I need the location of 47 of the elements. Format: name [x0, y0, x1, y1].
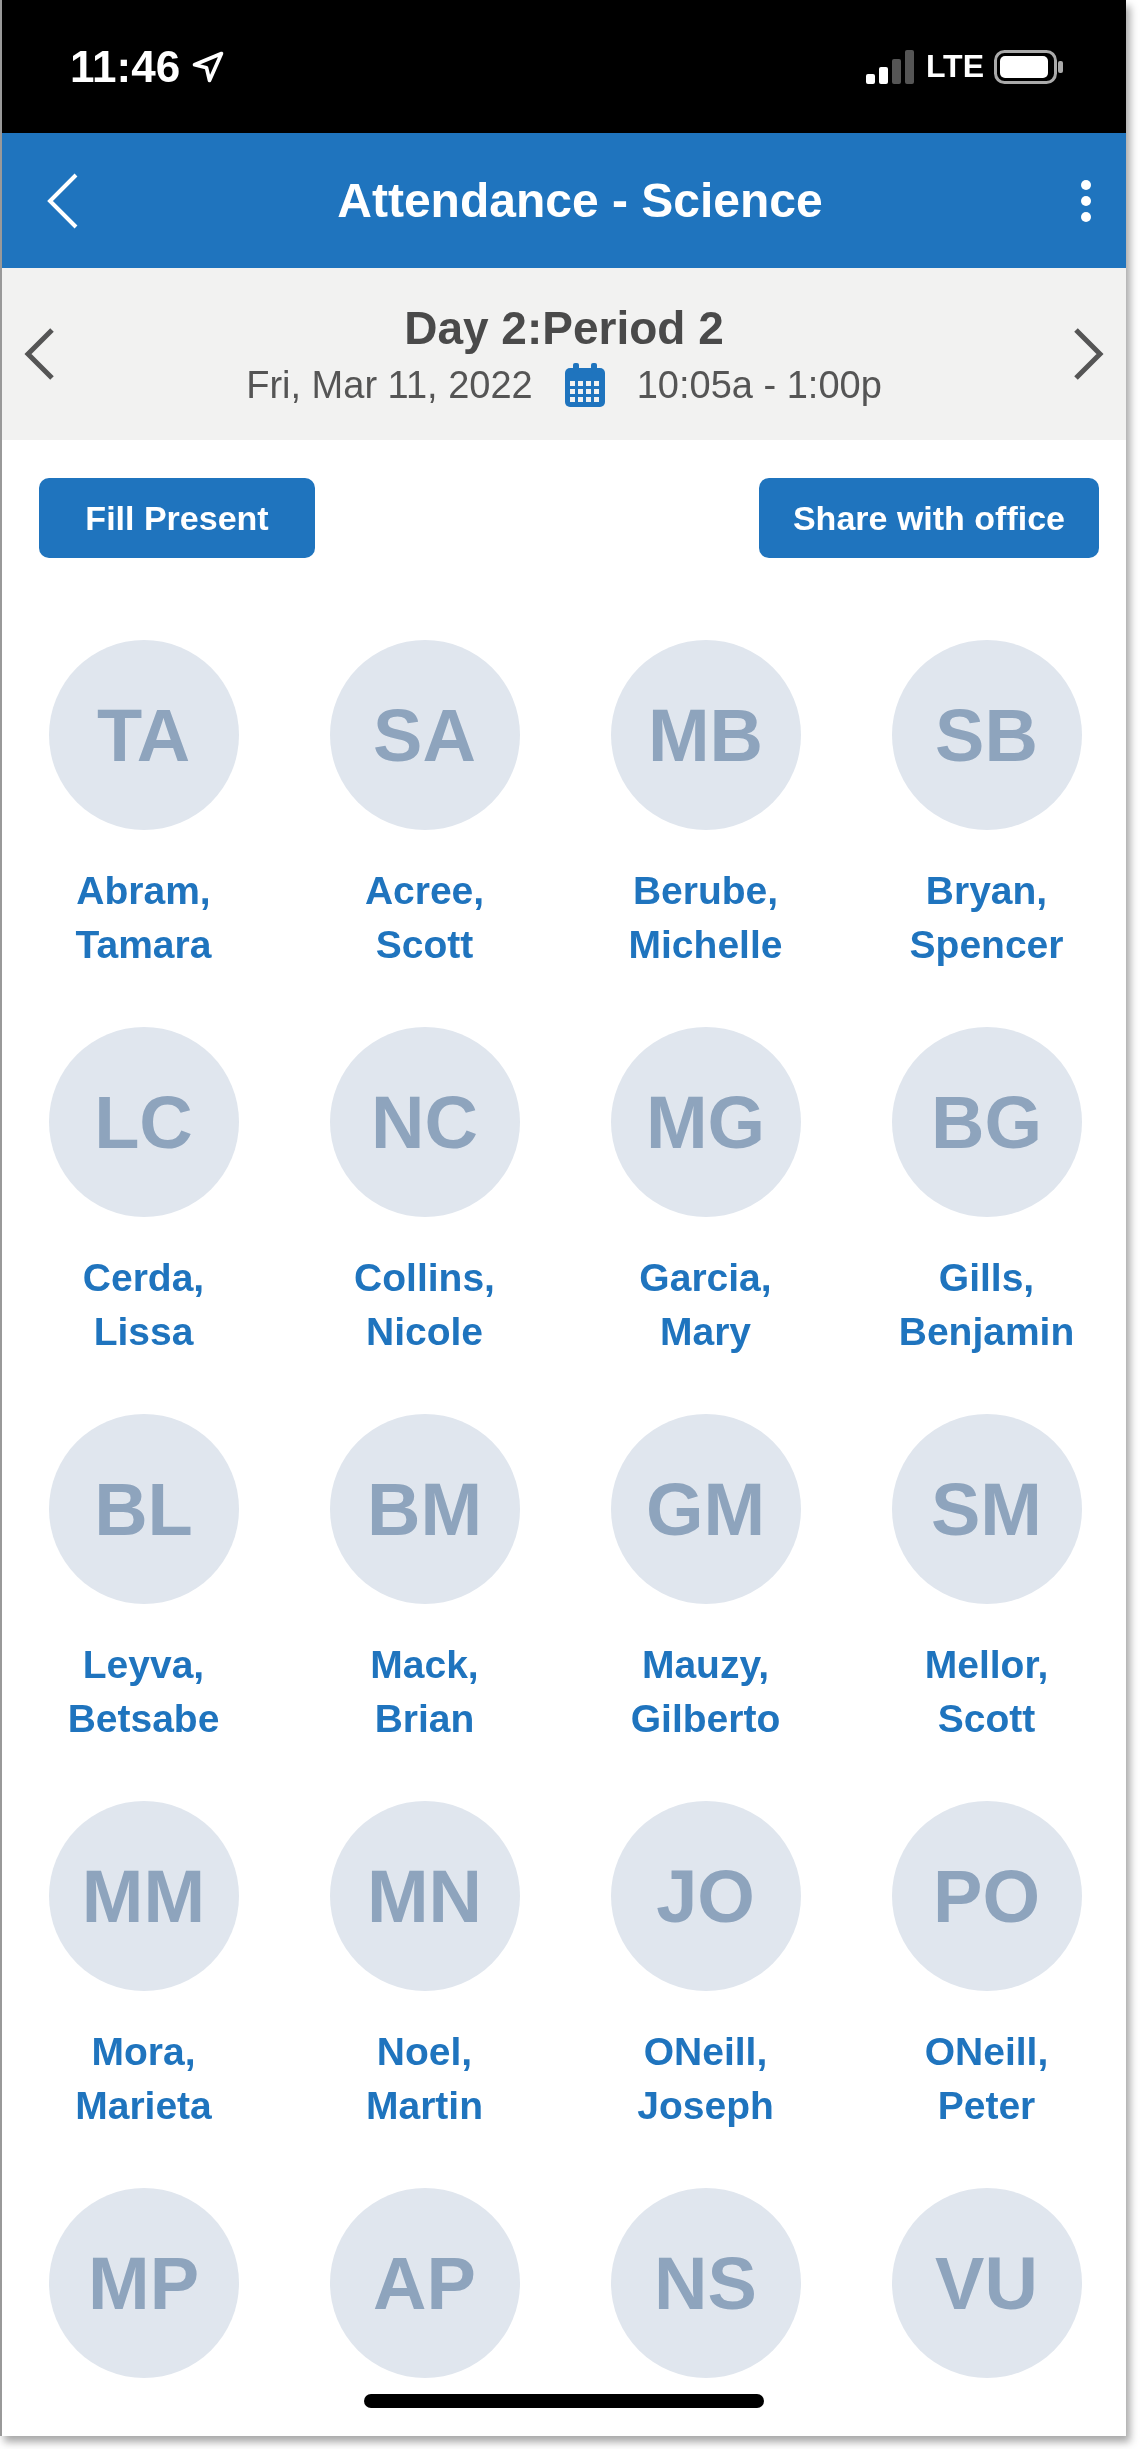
student-avatar[interactable]: MN	[329, 1801, 520, 1991]
student-avatar[interactable]: VU	[891, 2188, 1082, 2378]
period-title: Day 2:Period 2	[404, 301, 724, 355]
student-name[interactable]: Cerda, Lissa	[82, 1251, 205, 1359]
student-avatar[interactable]: MB	[610, 640, 801, 830]
network-label: LTE	[925, 48, 984, 85]
student-name[interactable]: Noel, Martin	[366, 2025, 483, 2133]
student-name[interactable]: Leyva, Betsabe	[67, 1638, 220, 1746]
student-avatar[interactable]: BG	[891, 1027, 1082, 1217]
student-name[interactable]: Mauzy, Gilberto	[630, 1638, 781, 1746]
student-name[interactable]: Acree, Scott	[364, 864, 485, 972]
student-avatar[interactable]: AP	[329, 2188, 520, 2378]
battery-icon	[994, 49, 1064, 84]
student-avatar[interactable]: BM	[329, 1414, 520, 1604]
student-avatar[interactable]: TA	[48, 640, 239, 830]
student-avatar[interactable]: SM	[891, 1414, 1082, 1604]
student-avatar[interactable]: MP	[48, 2188, 239, 2378]
student-name[interactable]: ONeill, Joseph	[637, 2025, 774, 2133]
share-button[interactable]: Share with office	[758, 478, 1099, 558]
fill-present-button[interactable]: Fill Present	[39, 478, 315, 558]
student-avatar[interactable]: LC	[48, 1027, 239, 1217]
student-name[interactable]: Mack, Brian	[370, 1638, 479, 1746]
student-avatar[interactable]: NC	[329, 1027, 520, 1217]
status-time: 11:46	[70, 41, 181, 92]
student-name[interactable]: Abram, Tamara	[75, 864, 212, 972]
calendar-icon[interactable]	[564, 363, 605, 407]
student-name[interactable]: Mora, Marieta	[75, 2025, 212, 2133]
student-avatar[interactable]: PO	[891, 1801, 1082, 1991]
student-name[interactable]: Garcia, Mary	[639, 1251, 772, 1359]
student-avatar[interactable]: MM	[48, 1801, 239, 1991]
student-name[interactable]: Berube, Michelle	[628, 864, 783, 972]
period-time: 10:05a - 1:00p	[636, 363, 882, 407]
student-name[interactable]: ONeill, Peter	[924, 2025, 1049, 2133]
student-avatar[interactable]: JO	[610, 1801, 801, 1991]
signal-icon	[865, 49, 916, 84]
period-date: Fri, Mar 11, 2022	[246, 363, 533, 407]
screen-title: Attendance - Science	[337, 173, 823, 228]
student-avatar[interactable]: SA	[329, 640, 520, 830]
student-avatar[interactable]: GM	[610, 1414, 801, 1604]
student-name[interactable]: Collins, Nicole	[354, 1251, 495, 1359]
student-avatar[interactable]: MG	[610, 1027, 801, 1217]
student-avatar[interactable]: BL	[48, 1414, 239, 1604]
student-name[interactable]: Mellor, Scott	[924, 1638, 1049, 1746]
student-avatar[interactable]: SB	[891, 640, 1082, 830]
student-avatar[interactable]: NS	[610, 2188, 801, 2378]
student-name[interactable]: Gills, Benjamin	[898, 1251, 1075, 1359]
student-name[interactable]: Bryan, Spencer	[909, 864, 1064, 972]
